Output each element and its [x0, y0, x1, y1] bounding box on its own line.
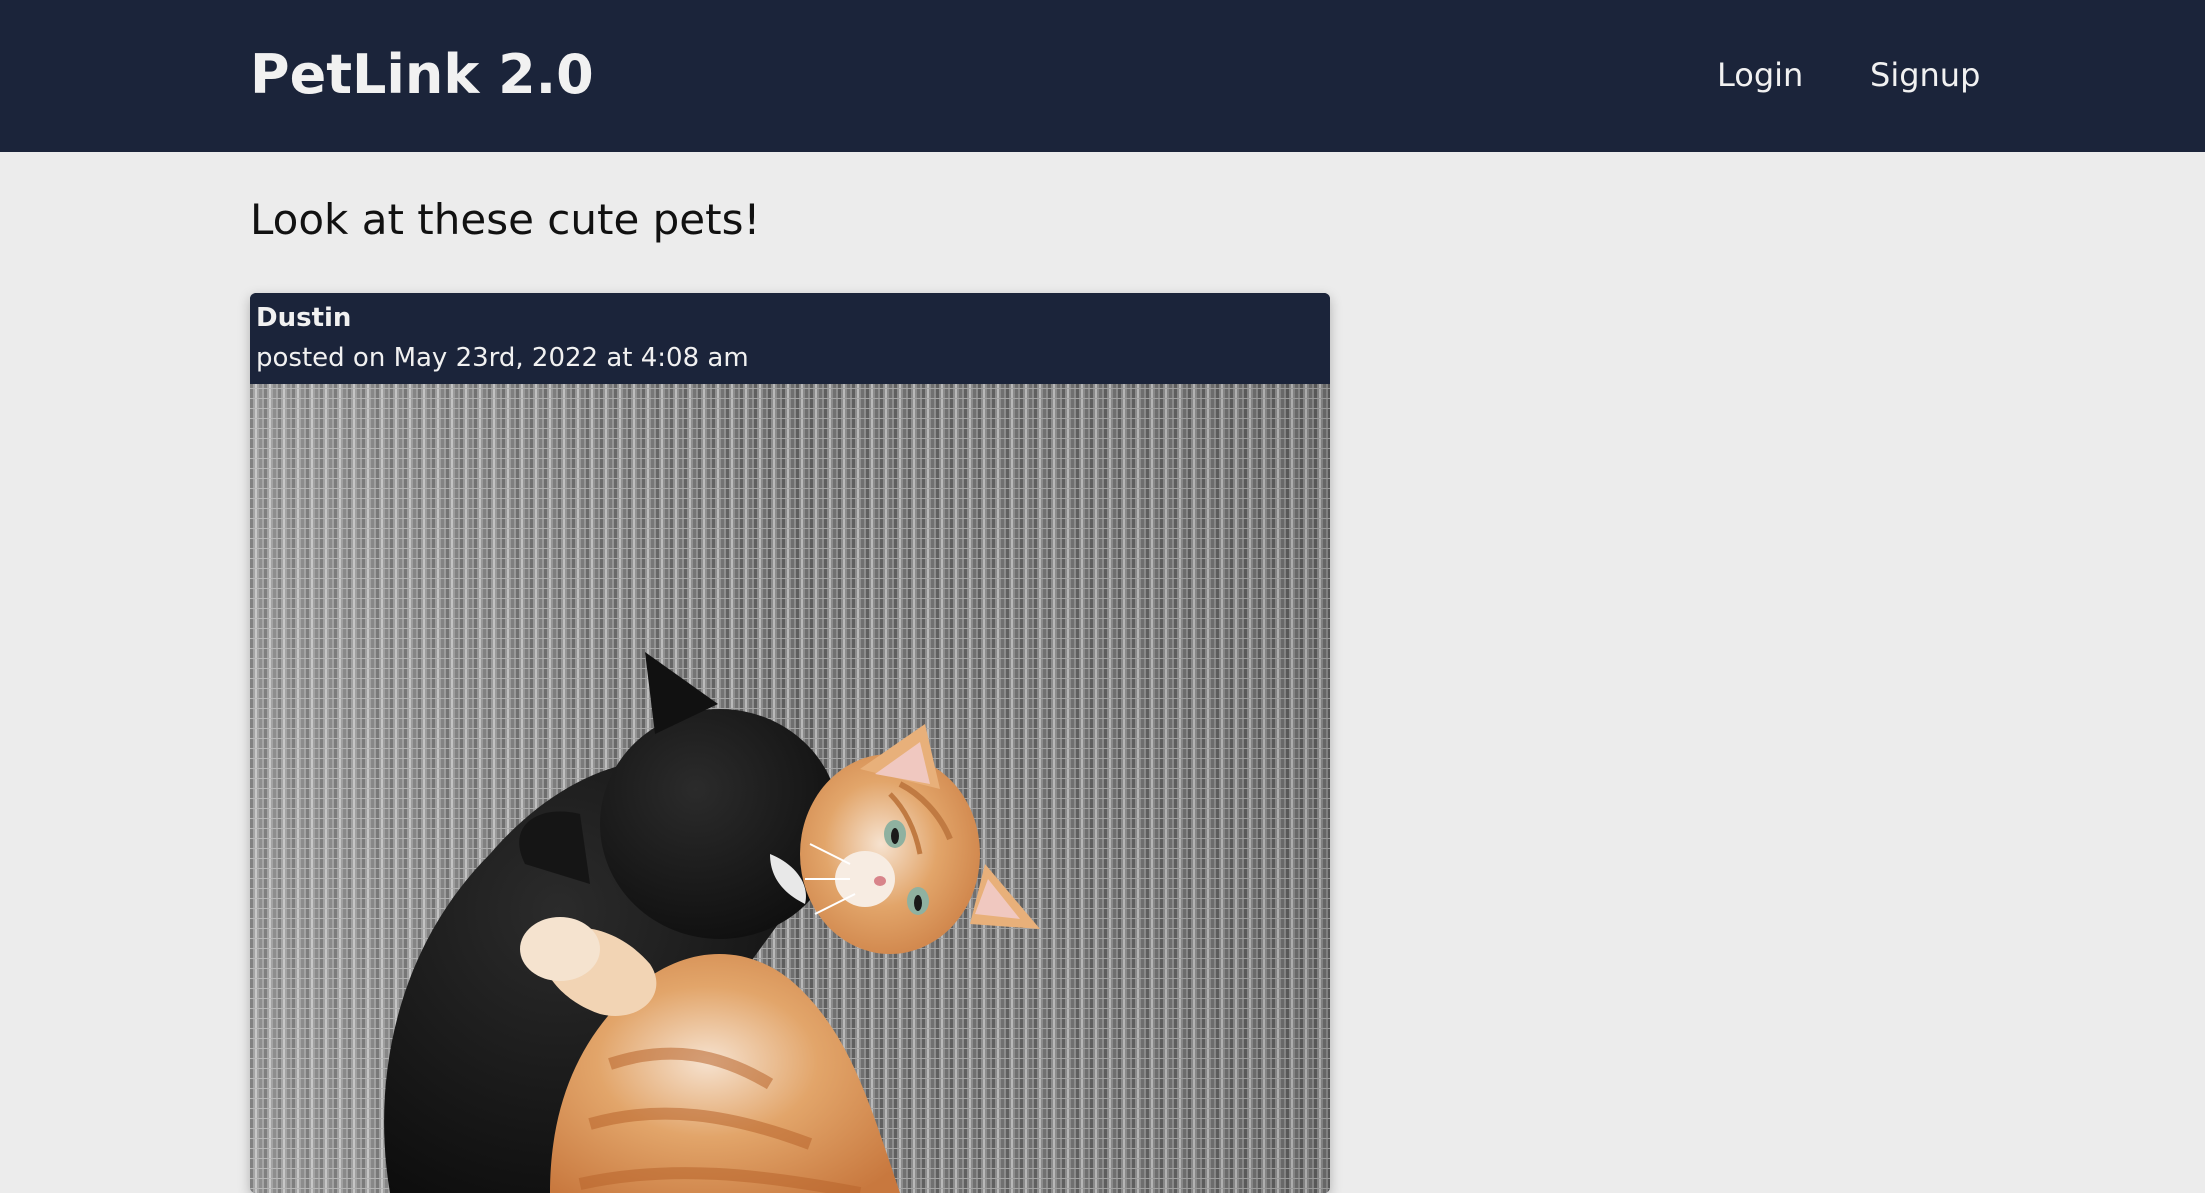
- post-image: [250, 384, 1330, 1193]
- signup-link[interactable]: Signup: [1870, 54, 1980, 96]
- post-card: Dustin posted on May 23rd, 2022 at 4:08 …: [250, 293, 1330, 1193]
- cats-photo-icon: [250, 384, 1330, 1193]
- login-link[interactable]: Login: [1717, 54, 1803, 96]
- post-header: Dustin posted on May 23rd, 2022 at 4:08 …: [250, 293, 1330, 384]
- brand-logo[interactable]: PetLink 2.0: [250, 42, 594, 108]
- post-author: Dustin: [256, 303, 352, 333]
- post-timestamp: posted on May 23rd, 2022 at 4:08 am: [256, 343, 749, 373]
- top-navbar: PetLink 2.0 Login Signup: [0, 0, 2205, 152]
- page-title: Look at these cute pets!: [250, 195, 761, 244]
